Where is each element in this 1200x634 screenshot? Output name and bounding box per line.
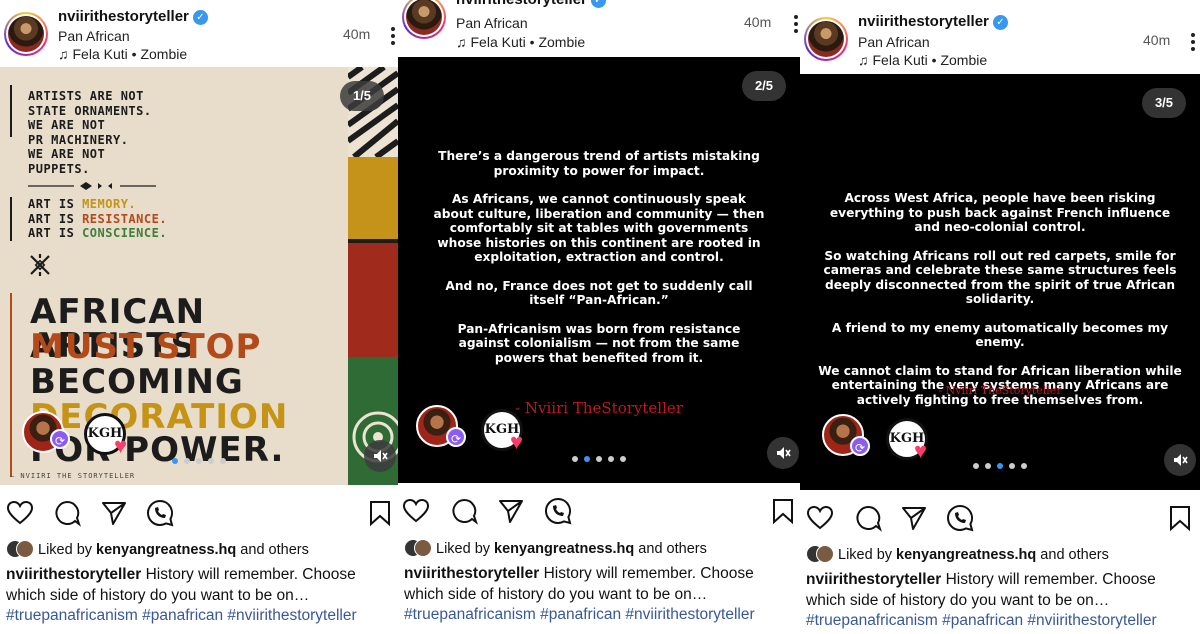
heart-icon[interactable] [6,499,34,527]
mute-button[interactable] [1164,444,1196,476]
more-icon[interactable] [1191,31,1197,54]
repost-icon: ⟳ [446,427,466,447]
liked-by-avatars [6,540,36,558]
post-caption: nviirithestoryteller History will rememb… [806,571,1156,609]
post-caption: nviirithestoryteller History will rememb… [6,566,356,604]
post-media[interactable]: There’s a dangerous trend of artists mis… [398,57,800,483]
hashtags[interactable]: #truepanafricanism #panafrican #nviirith… [806,612,1157,630]
post-time: 40m [744,14,772,30]
post-header: nviirithestoryteller✓ Pan African ♫Fela … [398,0,800,50]
share-icon[interactable] [100,499,128,527]
slide-counter: 3/5 [1142,88,1186,118]
comment-icon[interactable] [53,499,81,527]
post-subtitle[interactable]: Pan African [58,28,130,44]
liked-by-avatars [806,545,836,563]
more-icon[interactable] [391,25,397,48]
bookmark-icon[interactable] [1168,504,1192,532]
poster-art-lines: ART IS MEMORY. ART IS RESISTANCE. ART IS… [28,197,168,240]
carousel-dots [398,449,800,467]
repost-icon: ⟳ [50,429,70,449]
hashtags[interactable]: #truepanafricanism #panafrican #nviirith… [404,606,755,624]
post-time: 40m [343,26,371,42]
mute-button[interactable] [767,437,799,469]
action-bar [398,497,800,527]
whatsapp-icon[interactable] [946,504,974,532]
post-header: nviirithestoryteller✓ Pan African ♫Fela … [0,0,398,62]
signature: - Nviiri TheStoryteller [938,384,1062,397]
repost-icon: ⟳ [850,436,870,456]
poster-divider [28,182,156,190]
hashtags[interactable]: #truepanafricanism #panafrican #nviirith… [6,607,357,625]
slide-text: There’s a dangerous trend of artists mis… [433,149,765,365]
post-caption: nviirithestoryteller History will rememb… [404,565,754,603]
music-note-icon: ♫ [858,52,869,68]
verified-icon: ✓ [590,0,606,8]
heart-icon[interactable] [806,504,834,532]
bookmark-icon[interactable] [368,499,392,527]
liked-by[interactable]: Liked by kenyangreatness.hq and others [6,540,309,558]
poster-headline-4: DECORATION [30,397,289,437]
mute-icon [777,447,791,459]
post-media[interactable]: Across West Africa, people have been ris… [800,74,1200,490]
mute-icon [374,450,388,462]
post-panel-2: nviirithestoryteller✓ Pan African ♫Fela … [398,0,800,634]
post-header: nviirithestoryteller✓ Pan African ♫Fela … [800,0,1200,68]
carousel-dots [800,456,1200,474]
liked-by-avatars [404,539,434,557]
kente-pattern [348,67,398,485]
liked-by[interactable]: Liked by kenyangreatness.hq and others [404,539,707,557]
mute-button[interactable] [364,440,396,472]
music-info[interactable]: ♫ Fela Kuti • Zombie [58,46,187,62]
poster-intro-text: ARTISTS ARE NOT STATE ORNAMENTS. WE ARE N… [28,89,152,176]
post-subtitle[interactable]: Pan African [858,34,930,50]
poster-symbol-icon [30,254,50,276]
username[interactable]: nviirithestoryteller✓ [456,0,606,8]
poster-footer: — NVIIRI THE STORYTELLER [10,472,136,480]
music-note-icon: ♫ [456,34,467,50]
verified-icon: ✓ [992,15,1008,30]
post-panel-1: nviirithestoryteller ✓ Pan African ♫ Fela … [0,0,398,634]
music-info[interactable]: ♫ Fela Kuti • Zombie [858,52,987,68]
share-icon[interactable] [900,504,928,532]
carousel-dots [0,451,398,469]
profile-avatar[interactable] [402,0,446,39]
poster-headline-3: BECOMING [30,362,244,402]
whatsapp-icon[interactable] [544,497,572,525]
profile-avatar[interactable] [4,12,48,56]
post-media[interactable]: ARTISTS ARE NOT STATE ORNAMENTS. WE ARE N… [0,67,398,485]
share-icon[interactable] [497,497,525,525]
poster-headline-2: MUST STOP [30,327,262,367]
signature: - Nviiri TheStoryteller [515,399,683,417]
music-note-icon: ♫ [58,46,69,62]
profile-avatar[interactable] [804,17,848,61]
bookmark-icon[interactable] [771,497,795,525]
heart-icon[interactable] [402,497,430,525]
mute-icon [1174,454,1188,466]
username[interactable]: nviirithestoryteller✓ [858,13,1008,30]
slide-counter: 1/5 [340,81,384,111]
action-bar [0,499,398,529]
slide-counter: 2/5 [742,71,786,101]
music-info[interactable]: ♫ Fela Kuti • Zombie [456,34,585,50]
comment-icon[interactable] [854,504,882,532]
action-bar [800,504,1200,534]
username[interactable]: nviirithestoryteller✓ [58,8,208,25]
post-subtitle[interactable]: Pan African [456,15,528,31]
whatsapp-icon[interactable] [146,499,174,527]
post-panel-3: nviirithestoryteller ✓ Pan African ♫ Fela … [800,0,1200,634]
post-time: 40m [1143,32,1171,48]
verified-icon: ✓ [192,10,208,25]
comment-icon[interactable] [450,497,478,525]
liked-by[interactable]: Liked by kenyangreatness.hq and others [806,545,1109,563]
